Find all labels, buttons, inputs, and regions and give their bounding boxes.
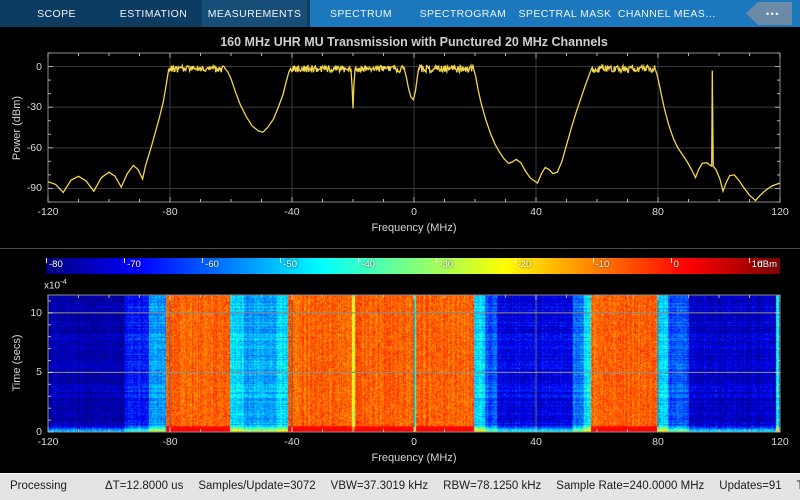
colorbar-tick	[436, 258, 437, 263]
colorbar-tick	[202, 258, 203, 263]
colorbar: -80-70-60-50-40-30-20-10010dBm	[46, 258, 780, 274]
colorbar-tick	[280, 258, 281, 263]
status-item: Sample Rate=240.0000 MHz	[556, 480, 704, 492]
colorbar-tick	[515, 258, 516, 263]
tab-scope[interactable]: SCOPE	[8, 0, 105, 27]
colorbar-tick	[46, 258, 47, 263]
colorbar-tick	[124, 258, 125, 263]
toolstrip-tab-bar: SCOPEESTIMATIONMEASUREMENTS SPECTRUMSPEC…	[0, 0, 800, 27]
tab-spectral-mask[interactable]: SPECTRAL MASK	[514, 0, 616, 27]
tab-spectrogram[interactable]: SPECTROGRAM	[412, 0, 514, 27]
spectrogram-ytick: 10	[0, 307, 42, 319]
spectrogram-xtick: 0	[411, 436, 417, 448]
spectrogram-image[interactable]	[48, 295, 780, 432]
scope-figure: 160 MHz UHR MU Transmission with Punctur…	[0, 27, 800, 473]
status-measurements: ΔT=12.8000 us Samples/Update=3072 VBW=37.3…	[105, 480, 800, 492]
toolstrip-overflow-button[interactable]: •••	[746, 2, 792, 25]
status-item: ΔT=12.8000 us	[105, 480, 183, 492]
spectrum-xtick: 80	[652, 206, 664, 218]
spectrogram-xtick: 120	[771, 436, 789, 448]
colorbar-unit-label: dBm	[757, 259, 777, 270]
colorbar-tick-label: -70	[127, 259, 141, 270]
spectrogram-ylabel: Time (secs)	[11, 334, 23, 391]
spectrum-xtick: 40	[530, 206, 542, 218]
spectrum-ytick: -60	[0, 142, 42, 154]
toolstrip-left-tabs: SCOPEESTIMATIONMEASUREMENTS	[0, 0, 310, 27]
spectrogram-xtick: 80	[652, 436, 664, 448]
spectrum-xtick: -120	[37, 206, 58, 218]
status-state: Processing	[10, 480, 67, 492]
colorbar-tick	[358, 258, 359, 263]
spectrum-ytick: -30	[0, 101, 42, 113]
ellipsis-icon: •••	[758, 9, 780, 19]
tab-estimation[interactable]: ESTIMATION	[105, 0, 202, 27]
spectrum-xlabel: Frequency (MHz)	[48, 222, 780, 234]
colorbar-tick	[749, 258, 750, 263]
colorbar-tick-label: -20	[518, 259, 532, 270]
status-bar: Processing ΔT=12.8000 us Samples/Update=3…	[0, 473, 800, 500]
status-item: Samples/Update=3072	[198, 480, 315, 492]
spectrogram-xtick: 40	[530, 436, 542, 448]
spectrogram-ytick: 5	[0, 366, 42, 378]
spectrum-xtick: -80	[162, 206, 177, 218]
spectrum-ytick: -90	[0, 182, 42, 194]
colorbar-tick-label: -60	[205, 259, 219, 270]
tab-measurements[interactable]: MEASUREMENTS	[202, 0, 307, 27]
colorbar-tick-label: -30	[439, 259, 453, 270]
spectrum-trace	[48, 65, 780, 200]
colorbar-tick	[671, 258, 672, 263]
status-item: RBW=78.1250 kHz	[443, 480, 541, 492]
spectrogram-xtick: -80	[162, 436, 177, 448]
time-axis-exponent: x10-4	[44, 277, 67, 291]
status-item: T=0.00	[797, 480, 800, 492]
spectrum-xtick: -40	[284, 206, 299, 218]
spectrum-xtick: 120	[771, 206, 789, 218]
toolstrip-right-tabs: SPECTRUMSPECTROGRAMSPECTRAL MASKCHANNEL …	[310, 0, 718, 27]
spectrum-xtick: 0	[411, 206, 417, 218]
tab-spectrum[interactable]: SPECTRUM	[310, 0, 412, 27]
panel-divider	[0, 248, 800, 249]
tab-channel-meas-[interactable]: CHANNEL MEAS…	[616, 0, 718, 27]
spectrogram-xtick: -40	[284, 436, 299, 448]
spectrum-ytick: 0	[0, 61, 42, 73]
colorbar-tick-label: -10	[596, 259, 610, 270]
colorbar-tick-label: -40	[361, 259, 375, 270]
colorbar-tick-label: 0	[674, 259, 679, 270]
status-item: Updates=91	[719, 480, 781, 492]
status-item: VBW=37.3019 kHz	[331, 480, 428, 492]
colorbar-tick-label: -50	[283, 259, 297, 270]
colorbar-tick-label: -80	[49, 259, 63, 270]
spectrogram-xlabel: Frequency (MHz)	[48, 452, 780, 464]
spectrum-analyzer-window: SCOPEESTIMATIONMEASUREMENTS SPECTRUMSPEC…	[0, 0, 800, 500]
spectrum-title: 160 MHz UHR MU Transmission with Punctur…	[48, 35, 780, 49]
spectrogram-ytick: 0	[0, 426, 42, 438]
colorbar-tick	[593, 258, 594, 263]
